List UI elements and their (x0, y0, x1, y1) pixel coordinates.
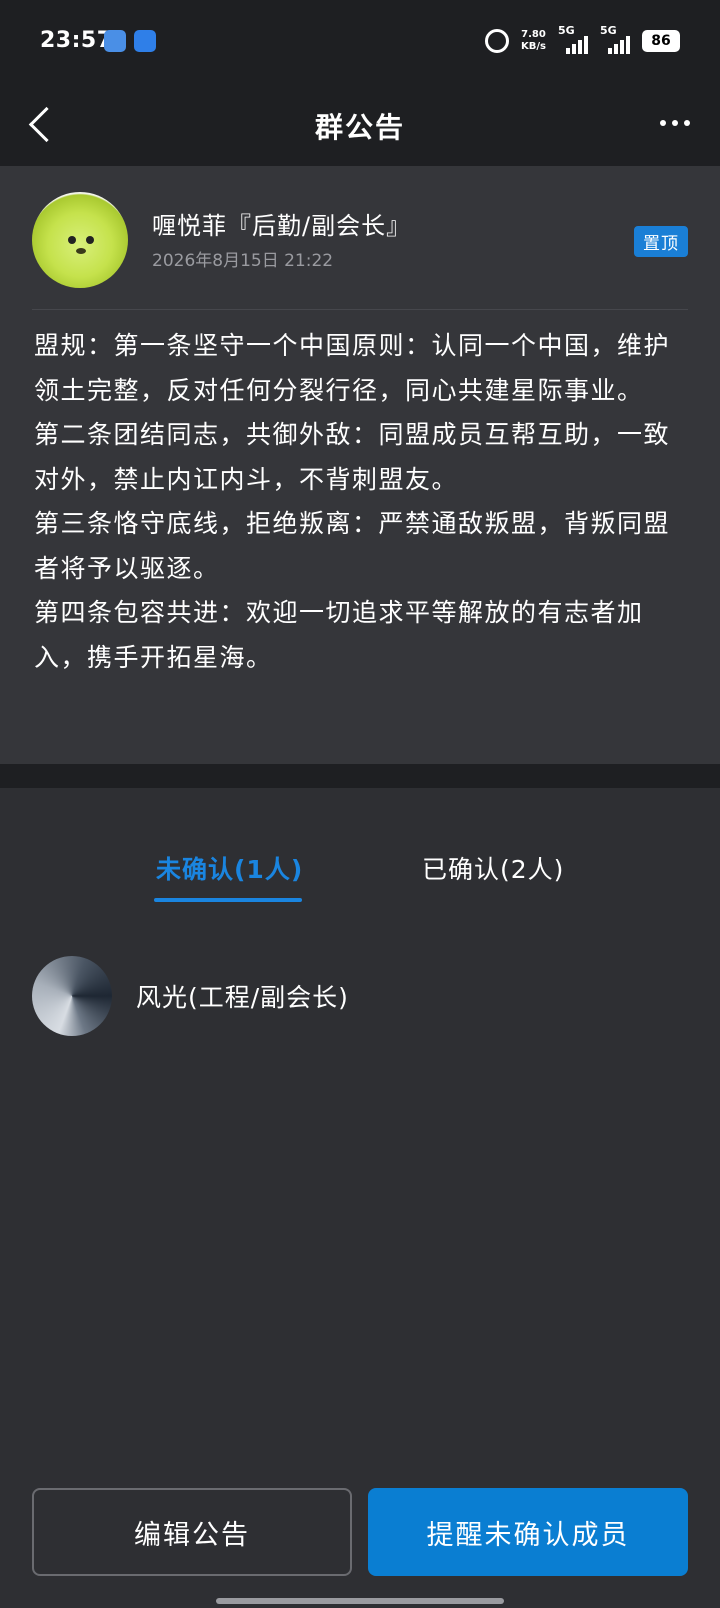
announcement-card: 喱悦菲『后勤/副会长』 2026年8月15日 21:22 置顶 盟规：第一条坚守… (0, 166, 720, 764)
tab-unconfirmed[interactable]: 未确认(1人) (156, 850, 303, 886)
network-speed: 7.80 KB/s (521, 29, 546, 53)
hotspot-notification-icon (134, 30, 156, 52)
signal-1-label: 5G (558, 24, 575, 37)
status-right: 7.80 KB/s 5G 5G 86 (485, 24, 680, 58)
home-indicator[interactable] (216, 1598, 504, 1604)
pinned-badge: 置顶 (634, 226, 688, 257)
network-speed-value: 7.80 (521, 29, 546, 40)
announcement-body: 盟规：第一条坚守一个中国原则：认同一个中国，维护领土完整，反对任何分裂行径，同心… (34, 324, 694, 680)
announcement-paragraph: 盟规：第一条坚守一个中国原则：认同一个中国，维护领土完整，反对任何分裂行径，同心… (34, 331, 671, 405)
edit-announcement-button[interactable]: 编辑公告 (32, 1488, 352, 1576)
app-notification-icon (104, 30, 126, 52)
announcement-paragraph: 第三条恪守底线，拒绝叛离：严禁通敌叛盟，背叛同盟者将予以驱逐。 (34, 509, 671, 583)
confirmation-section: 未确认(1人) 已确认(2人) 风光(工程/副会长) (0, 788, 720, 1608)
section-gap (0, 764, 720, 788)
network-speed-unit: KB/s (521, 41, 546, 52)
remind-unconfirmed-button[interactable]: 提醒未确认成员 (368, 1488, 688, 1576)
announcement-paragraph: 第四条包容共进：欢迎一切追求平等解放的有志者加入，携手开拓星海。 (34, 598, 644, 672)
page-title: 群公告 (314, 111, 405, 144)
author-name: 喱悦菲『后勤/副会长』 (152, 212, 412, 240)
signal-5g-1-icon: 5G (558, 24, 588, 54)
signal-5g-2-icon: 5G (600, 24, 630, 54)
status-bar: 23:57 7.80 KB/s 5G 5G 86 (0, 0, 720, 82)
page: 23:57 7.80 KB/s 5G 5G 86 群公告 喱悦菲『后勤/副会长』… (0, 0, 720, 1608)
top-bar: 群公告 (0, 82, 720, 166)
battery-level: 86 (651, 33, 671, 49)
tab-active-indicator (154, 898, 302, 902)
announcement-paragraph: 第二条团结同志，共御外敌：同盟成员互帮互助，一致对外，禁止内讧内斗，不背刺盟友。 (34, 420, 671, 494)
post-date: 2026年8月15日 21:22 (152, 251, 334, 271)
member-avatar (32, 956, 112, 1036)
member-name: 风光(工程/副会长) (136, 983, 349, 1012)
alarm-icon (485, 29, 510, 53)
battery-icon: 86 (642, 30, 680, 52)
status-time: 23:57 (40, 28, 113, 53)
signal-2-label: 5G (600, 24, 617, 37)
divider (32, 309, 688, 310)
author-avatar[interactable] (32, 192, 128, 288)
member-list-item[interactable]: 风光(工程/副会长) (32, 956, 688, 1036)
tab-confirmed[interactable]: 已确认(2人) (422, 850, 564, 886)
more-icon[interactable] (660, 120, 690, 126)
